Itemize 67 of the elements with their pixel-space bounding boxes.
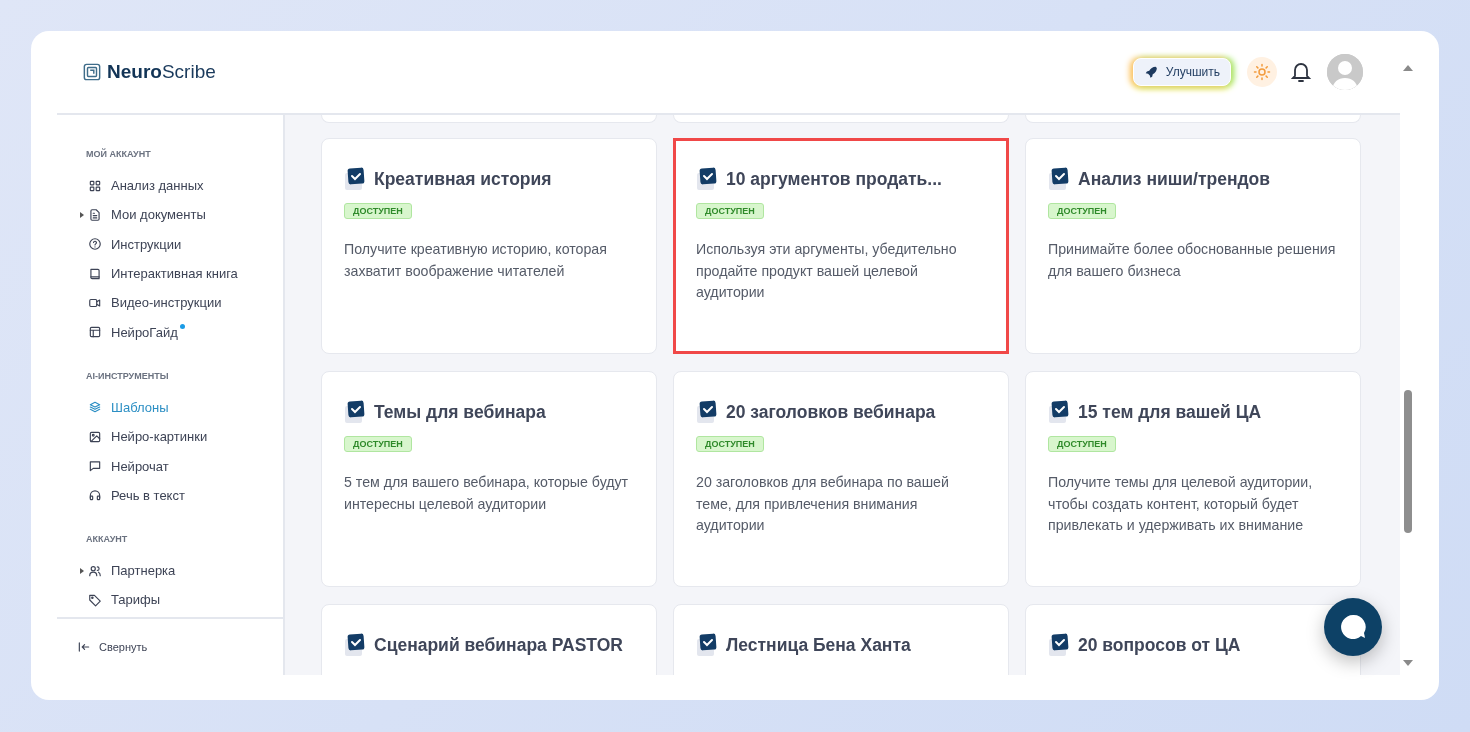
card-title: Анализ ниши/трендов xyxy=(1078,168,1271,190)
help-icon xyxy=(88,237,102,252)
book-icon xyxy=(88,266,102,281)
sidebar-item[interactable]: Нейро-картинки xyxy=(111,429,208,445)
tag-icon xyxy=(88,592,102,607)
card-title: 10 аргументов продать... xyxy=(726,168,942,190)
users-icon xyxy=(88,563,102,578)
grid-icon xyxy=(88,178,102,193)
sidebar-item[interactable]: Мои документы xyxy=(111,207,206,223)
section-heading: АККАУНТ xyxy=(86,533,129,544)
layers-icon xyxy=(88,400,102,415)
collapse-icon[interactable] xyxy=(77,640,91,654)
status-badge: ДОСТУПЕН xyxy=(344,436,412,452)
card-title: 20 вопросов от ЦА xyxy=(1078,634,1241,656)
card-title: Креативная история xyxy=(374,168,552,190)
card-description: Получите темы для целевой аудитории, чтобы создать контент, который будет привлекать и удерживать их внимание xyxy=(1048,473,1314,535)
logo-icon xyxy=(83,63,101,81)
card-description: Получите креативную историю, которая захватит воображение читателей xyxy=(344,240,608,281)
section-heading: МОЙ АККАУНТ xyxy=(86,149,152,159)
sidebar-item[interactable]: Партнерка xyxy=(111,563,176,579)
section-heading: AI-ИНСТРУМЕНТЫ xyxy=(86,370,170,381)
card-title: 20 заголовков вебинара xyxy=(726,401,936,423)
speech-bubble-icon xyxy=(1338,612,1368,642)
template-card[interactable]: Креативная история ДОСТУПЕН Получите креативную историю, которая захватит воображение читателей xyxy=(321,138,657,354)
upgrade-button[interactable]: Улучшить xyxy=(1132,58,1231,86)
image-icon xyxy=(88,429,102,444)
collapse-link[interactable]: Свернуть xyxy=(99,641,148,653)
theme-toggle-button[interactable] xyxy=(1247,57,1277,87)
sidebar-item[interactable]: Видео-инструкции xyxy=(111,295,222,311)
template-card[interactable]: 10 аргументов продать... ДОСТУПЕН Используя эти аргументы, убедительно продайте продукт вашей целевой аудитории xyxy=(673,138,1009,354)
sidebar-item[interactable]: Тарифы xyxy=(111,592,161,608)
rocket-icon xyxy=(1143,65,1158,79)
card-description: 20 заголовков для вебинара по вашей теме, для привлечения внимания аудитории xyxy=(696,473,950,535)
sidebar-item[interactable]: Интерактивная книга xyxy=(111,266,238,282)
chat-bubble-icon xyxy=(88,459,102,473)
headphones-icon xyxy=(88,488,102,503)
logo-text[interactable]: NeuroScribe xyxy=(107,61,216,83)
sidebar-item[interactable]: НейроГайд xyxy=(111,324,178,340)
sun-icon xyxy=(1253,63,1271,81)
status-badge: ДОСТУПЕН xyxy=(1048,436,1116,452)
template-card[interactable]: Анализ ниши/трендов ДОСТУПЕН Принимайте более обоснованные решения для вашего бизнеса xyxy=(1025,138,1361,354)
template-card[interactable]: Лестница Бена Ханта xyxy=(673,604,1009,675)
caret-icon[interactable] xyxy=(80,567,84,574)
caret-icon[interactable] xyxy=(80,211,84,218)
status-badge: ДОСТУПЕН xyxy=(344,203,412,219)
sidebar-item[interactable]: Нейрочат xyxy=(111,458,169,474)
status-badge: ДОСТУПЕН xyxy=(696,436,764,452)
document-icon xyxy=(88,207,102,222)
sidebar-item[interactable]: Речь в текст xyxy=(111,487,185,503)
card-title: Темы для вебинара xyxy=(374,401,546,423)
card-description: Используя эти аргументы, убедительно продайте продукт вашей целевой аудитории xyxy=(696,240,958,302)
template-card[interactable]: 20 вопросов от ЦА xyxy=(1025,604,1361,675)
card-title: 15 тем для вашей ЦА xyxy=(1078,401,1262,423)
template-card[interactable]: Сценарий вебинара PASTOR xyxy=(321,604,657,675)
sidebar-item[interactable]: Шаблоны xyxy=(111,399,169,415)
layout-icon xyxy=(88,325,102,340)
sidebar-item[interactable]: Анализ данных xyxy=(111,178,204,194)
card-description: Принимайте более обоснованные решения для вашего бизнеса xyxy=(1048,240,1337,281)
template-card[interactable]: 20 заголовков вебинара ДОСТУПЕН 20 заголовков для вебинара по вашей теме, для привлечения внимания аудитории xyxy=(673,371,1009,587)
status-badge: ДОСТУПЕН xyxy=(1048,203,1116,219)
status-badge: ДОСТУПЕН xyxy=(696,203,764,219)
card-title: Лестница Бена Ханта xyxy=(726,634,911,656)
sidebar-item[interactable]: Инструкции xyxy=(111,236,182,252)
template-card[interactable]: Темы для вебинара ДОСТУПЕН 5 тем для вашего вебинара, которые будут интересны целевой аудитории xyxy=(321,371,657,587)
card-description: 5 тем для вашего вебинара, которые будут интересны целевой аудитории xyxy=(344,473,630,514)
template-card[interactable]: 15 тем для вашей ЦА ДОСТУПЕН Получите темы для целевой аудитории, чтобы создать контент, который будет привлекать и удерживать их внимание xyxy=(1025,371,1361,587)
card-title: Сценарий вебинара PASTOR xyxy=(374,634,623,656)
